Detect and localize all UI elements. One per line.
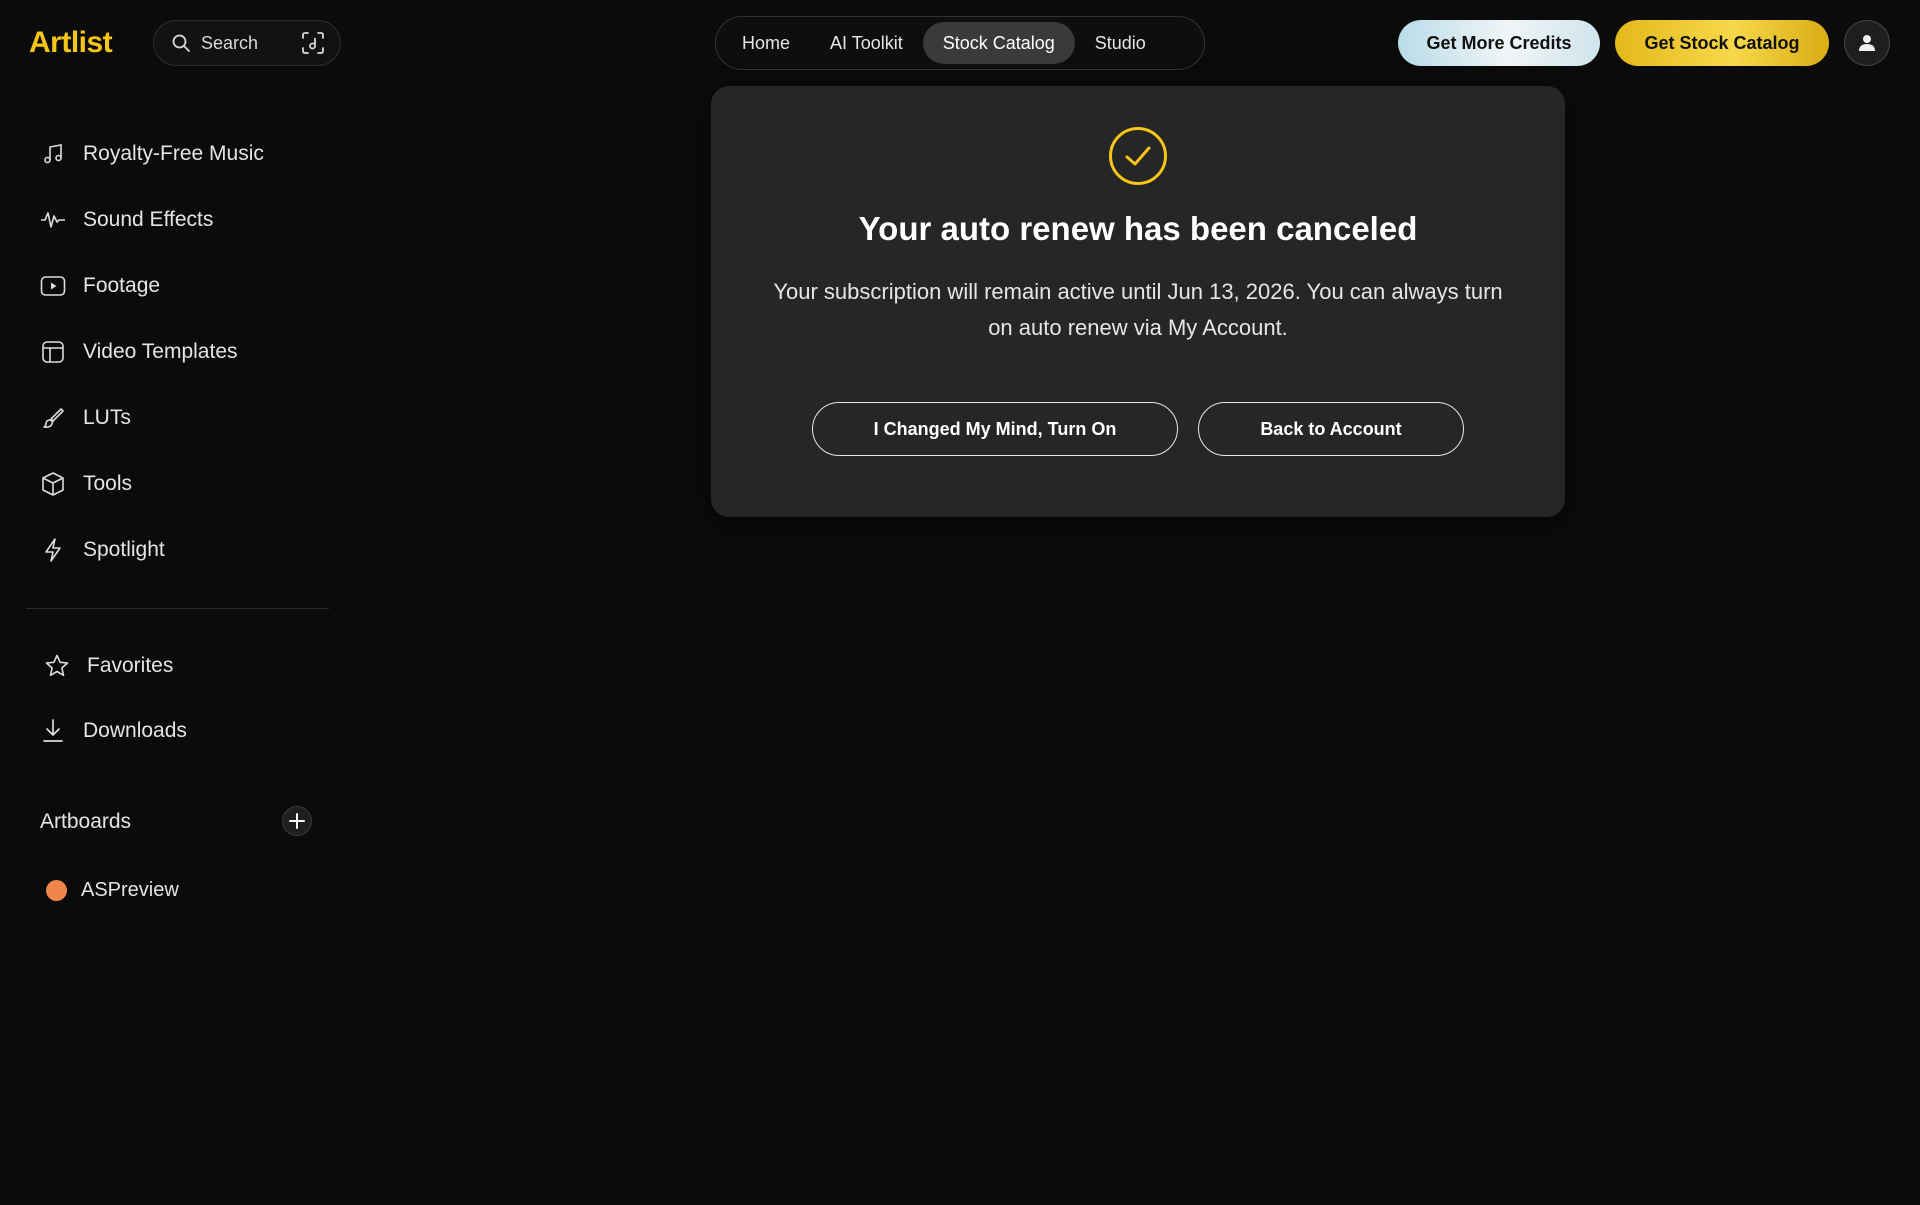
sidebar-item-luts[interactable]: LUTs <box>40 398 320 438</box>
star-icon <box>44 653 70 679</box>
brush-icon <box>40 405 66 431</box>
artboard-item-aspreview[interactable]: ASPreview <box>46 870 179 910</box>
artboard-color-dot <box>46 879 67 901</box>
get-more-credits-button[interactable]: Get More Credits <box>1398 20 1600 66</box>
search-label: Search <box>201 32 259 53</box>
sidebar-item-footage[interactable]: Footage <box>40 266 320 306</box>
play-box-icon <box>40 273 66 299</box>
sidebar-item-favorites[interactable]: Favorites <box>44 646 324 686</box>
sidebar-item-label: Video Templates <box>83 340 238 363</box>
sidebar-item-label: Tools <box>83 472 133 495</box>
sidebar-item-sound-effects[interactable]: Sound Effects <box>40 200 320 240</box>
user-avatar[interactable] <box>1844 20 1890 66</box>
search-bar[interactable]: Search <box>153 20 341 66</box>
music-note-icon <box>40 141 66 167</box>
download-icon <box>40 718 66 744</box>
sidebar-item-downloads[interactable]: Downloads <box>40 711 320 751</box>
dialog-message: Your subscription will remain active unt… <box>773 279 1503 340</box>
auto-renew-canceled-dialog: Your auto renew has been canceled Your s… <box>711 86 1565 517</box>
tab-ai-toolkit[interactable]: AI Toolkit <box>810 22 923 64</box>
sidebar-item-spotlight[interactable]: Spotlight <box>40 530 320 570</box>
sidebar-item-label: Spotlight <box>83 538 165 561</box>
user-icon <box>1859 35 1875 51</box>
tab-home[interactable]: Home <box>722 22 810 64</box>
sidebar-item-royalty-free-music[interactable]: Royalty-Free Music <box>40 134 320 174</box>
artlist-logo[interactable]: Artlist <box>29 26 113 60</box>
turn-on-auto-renew-button[interactable]: I Changed My Mind, Turn On <box>812 402 1178 456</box>
lightning-icon <box>40 537 66 563</box>
waveform-icon <box>40 207 66 233</box>
sidebar-item-label: Sound Effects <box>83 208 214 231</box>
sidebar-item-label: Favorites <box>87 654 174 677</box>
cube-icon <box>40 471 66 497</box>
artboard-item-label: ASPreview <box>81 878 179 901</box>
tab-studio[interactable]: Studio <box>1075 22 1166 64</box>
check-circle-icon <box>1109 127 1167 185</box>
artboards-heading: Artboards <box>40 810 132 833</box>
add-artboard-button[interactable] <box>282 806 312 836</box>
sidebar-item-tools[interactable]: Tools <box>40 464 320 504</box>
sidebar-item-label: LUTs <box>83 406 131 429</box>
sidebar-item-label: Downloads <box>83 719 187 742</box>
audio-scan-icon[interactable] <box>300 30 326 56</box>
sidebar-item-label: Footage <box>83 274 161 297</box>
dialog-title: Your auto renew has been canceled <box>858 210 1418 247</box>
plus-icon <box>289 813 305 829</box>
sidebar-item-label: Royalty-Free Music <box>83 142 264 165</box>
app-root: Artlist Search Home AI Toolkit Stock Cat… <box>0 0 1920 1205</box>
sidebar-divider <box>26 608 329 609</box>
template-icon <box>40 339 66 365</box>
search-icon <box>172 34 190 52</box>
tab-stock-catalog[interactable]: Stock Catalog <box>922 22 1075 64</box>
get-stock-catalog-button[interactable]: Get Stock Catalog <box>1615 20 1829 66</box>
top-navigation: Home AI Toolkit Stock Catalog Studio <box>715 16 1205 70</box>
sidebar-item-video-templates[interactable]: Video Templates <box>40 332 320 372</box>
back-to-account-button[interactable]: Back to Account <box>1198 402 1464 456</box>
